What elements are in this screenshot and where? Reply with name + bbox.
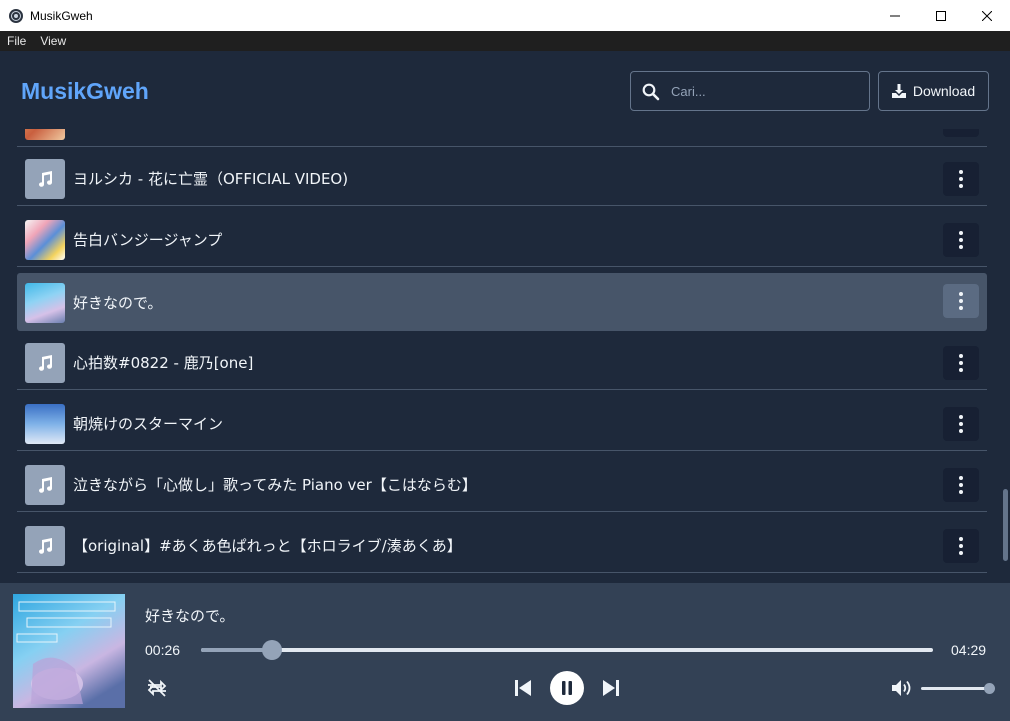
download-button[interactable]: Download bbox=[878, 71, 989, 111]
list-item[interactable]: 心拍数#0822 - 鹿乃[one] bbox=[17, 332, 987, 390]
track-title: 心拍数#0822 - 鹿乃[one] bbox=[73, 354, 254, 372]
music-note-icon bbox=[39, 171, 53, 187]
volume-high-icon bbox=[892, 680, 911, 696]
track-thumbnail bbox=[25, 465, 65, 505]
close-icon bbox=[982, 10, 992, 21]
list-item[interactable]: 【original】#あくあ色ぱれっと【ホロライブ/湊あくあ】 bbox=[17, 515, 987, 573]
track-thumbnail bbox=[25, 129, 65, 140]
list-item[interactable] bbox=[17, 129, 987, 147]
more-options-button[interactable] bbox=[943, 223, 979, 257]
kebab-icon bbox=[959, 476, 963, 480]
more-options-button[interactable] bbox=[943, 162, 979, 196]
list-item[interactable]: ヨルシカ - 花に亡霊（OFFICIAL VIDEO) bbox=[17, 148, 987, 206]
track-title: ヨルシカ - 花に亡霊（OFFICIAL VIDEO) bbox=[73, 170, 349, 188]
kebab-icon bbox=[959, 292, 963, 296]
track-thumbnail bbox=[25, 526, 65, 566]
minimize-button[interactable] bbox=[872, 0, 918, 31]
now-playing-title: 好きなので。 bbox=[145, 607, 235, 625]
track-title: 【original】#あくあ色ぱれっと【ホロライブ/湊あくあ】 bbox=[73, 537, 462, 555]
app-logo-icon bbox=[9, 8, 23, 23]
previous-button[interactable] bbox=[512, 678, 534, 698]
track-title: 朝焼けのスターマイン bbox=[73, 415, 224, 433]
track-thumbnail bbox=[25, 343, 65, 383]
track-thumbnail bbox=[25, 404, 65, 444]
list-item[interactable]: 泣きながら「心做し」歌ってみた Piano ver【こはならむ】 bbox=[17, 454, 987, 512]
list-item[interactable]: 告白バンジージャンプ bbox=[17, 209, 987, 267]
progress-handle[interactable] bbox=[262, 640, 282, 660]
more-options-button[interactable] bbox=[943, 407, 979, 441]
maximize-button[interactable] bbox=[918, 0, 964, 31]
scrollbar-thumb[interactable] bbox=[1003, 489, 1008, 561]
music-note-icon bbox=[39, 355, 53, 371]
track-thumbnail bbox=[25, 283, 65, 323]
list-scrollbar[interactable] bbox=[1000, 129, 1010, 581]
album-cover bbox=[13, 594, 125, 708]
current-time: 00:26 bbox=[145, 642, 181, 658]
download-icon bbox=[891, 84, 906, 98]
volume-slider[interactable] bbox=[921, 683, 995, 694]
volume-handle[interactable] bbox=[984, 683, 995, 694]
track-thumbnail bbox=[25, 220, 65, 260]
track-thumbnail bbox=[25, 159, 65, 199]
more-options-button[interactable] bbox=[943, 468, 979, 502]
window-title: MusikGweh bbox=[30, 8, 93, 23]
repeat-icon bbox=[147, 679, 167, 697]
album-art-image bbox=[13, 594, 125, 708]
search-input[interactable] bbox=[671, 81, 861, 101]
more-options-button[interactable] bbox=[943, 284, 979, 318]
kebab-icon bbox=[959, 170, 963, 174]
search-box[interactable] bbox=[630, 71, 870, 111]
title-bar: MusikGweh bbox=[0, 0, 1010, 31]
music-note-icon bbox=[39, 538, 53, 554]
next-button[interactable] bbox=[600, 678, 622, 698]
pause-icon bbox=[562, 681, 572, 695]
menu-view[interactable]: View bbox=[33, 34, 73, 48]
kebab-icon bbox=[959, 415, 963, 419]
kebab-icon bbox=[959, 537, 963, 541]
progress-slider[interactable] bbox=[201, 640, 933, 660]
list-item-active[interactable]: 好きなので。 bbox=[17, 273, 987, 331]
track-title: 好きなので。 bbox=[73, 294, 163, 312]
minimize-icon bbox=[890, 15, 900, 16]
track-title: 告白バンジージャンプ bbox=[73, 231, 223, 249]
search-icon bbox=[642, 83, 660, 101]
volume-button[interactable] bbox=[890, 677, 914, 699]
menu-bar: File View bbox=[0, 31, 1010, 51]
track-list: ヨルシカ - 花に亡霊（OFFICIAL VIDEO) 告白バンジージャンプ 好… bbox=[17, 129, 987, 581]
music-note-icon bbox=[39, 477, 53, 493]
kebab-icon bbox=[959, 354, 963, 358]
brand-title: MusikGweh bbox=[21, 78, 149, 104]
skip-previous-icon bbox=[515, 680, 531, 696]
maximize-icon bbox=[936, 10, 946, 21]
skip-next-icon bbox=[603, 680, 619, 696]
list-item[interactable]: 朝焼けのスターマイン bbox=[17, 393, 987, 451]
more-options-button[interactable] bbox=[943, 346, 979, 380]
pause-button[interactable] bbox=[550, 671, 584, 705]
more-options-button[interactable] bbox=[943, 129, 979, 137]
repeat-button[interactable] bbox=[145, 677, 169, 699]
more-options-button[interactable] bbox=[943, 529, 979, 563]
menu-file[interactable]: File bbox=[0, 34, 33, 48]
download-label: Download bbox=[912, 83, 976, 99]
player-bar: 好きなので。 00:26 04:29 bbox=[0, 583, 1010, 721]
app-header: MusikGweh Download bbox=[0, 51, 1010, 129]
kebab-icon bbox=[959, 231, 963, 235]
duration-time: 04:29 bbox=[951, 642, 987, 658]
track-title: 泣きながら「心做し」歌ってみた Piano ver【こはならむ】 bbox=[73, 476, 477, 494]
close-button[interactable] bbox=[964, 0, 1010, 31]
